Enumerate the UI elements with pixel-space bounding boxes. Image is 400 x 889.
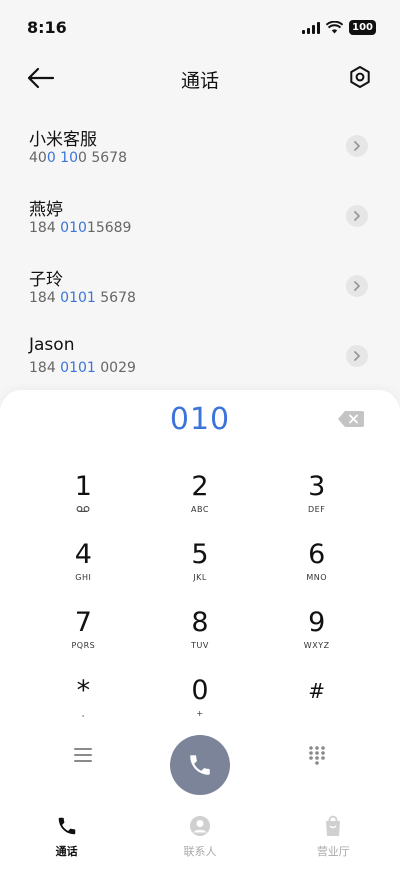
chevron-right-icon[interactable] [346, 205, 368, 227]
phone-icon [190, 755, 210, 775]
nav-label: 联系人 [183, 845, 217, 858]
dialpad-toggle-icon[interactable] [308, 745, 326, 765]
phone-icon [55, 814, 79, 838]
contact-name: 燕婷 [29, 200, 63, 220]
dial-key-4[interactable]: 4 GHI [25, 540, 142, 608]
backspace-icon[interactable] [338, 411, 364, 427]
dial-key-8[interactable]: 8 TUV [142, 608, 259, 676]
contact-result-item[interactable]: 子玲 184 0101 5678 [0, 252, 400, 322]
dialer-actions [0, 735, 400, 799]
dialer-panel: 010 1 2 ABC 3 DEF 4 GHI 5 JKL 6 MNO 7 PQ… [0, 390, 400, 889]
nav-label: 营业厅 [316, 845, 350, 858]
status-bar: 8:16 100 [0, 0, 400, 56]
dial-key-star[interactable]: * , [25, 676, 142, 744]
dial-key-5[interactable]: 5 JKL [142, 540, 259, 608]
wifi-icon [326, 21, 344, 34]
contact-name: 子玲 [29, 270, 63, 290]
status-icons: 100 [302, 20, 376, 35]
nav-tab-contacts[interactable]: 联系人 [133, 810, 266, 870]
battery-indicator: 100 [349, 20, 376, 35]
nav-tab-service-hall[interactable]: 营业厅 [267, 810, 400, 870]
dialpad: 1 2 ABC 3 DEF 4 GHI 5 JKL 6 MNO 7 PQRS 8… [25, 472, 375, 744]
contact-name: 小米客服 [29, 130, 97, 150]
contact-number: 184 0101 0029 [29, 360, 136, 376]
contact-result-item[interactable]: 燕婷 184 01015689 [0, 182, 400, 252]
contact-icon [188, 814, 212, 838]
chevron-right-icon[interactable] [346, 275, 368, 297]
nav-label: 通话 [55, 845, 78, 858]
settings-gear-icon[interactable] [348, 65, 372, 89]
dial-key-1[interactable]: 1 [25, 472, 142, 540]
menu-icon[interactable] [74, 747, 92, 763]
dial-key-3[interactable]: 3 DEF [258, 472, 375, 540]
contact-number: 184 01015689 [29, 220, 132, 236]
contact-number: 184 0101 5678 [29, 290, 136, 306]
shopping-bag-icon [321, 814, 345, 838]
voicemail-icon [76, 505, 90, 515]
chevron-right-icon[interactable] [346, 345, 368, 367]
page-title: 通话 [180, 70, 219, 92]
contact-result-item[interactable]: 小米客服 400 100 5678 [0, 112, 400, 182]
contact-name: Jason [29, 335, 75, 355]
dial-key-0[interactable]: 0 + [142, 676, 259, 744]
dial-key-2[interactable]: 2 ABC [142, 472, 259, 540]
contact-number: 400 100 5678 [29, 150, 127, 166]
signal-icon [302, 21, 321, 34]
bottom-nav: 通话 联系人 营业厅 [0, 810, 400, 870]
dial-key-9[interactable]: 9 WXYZ [258, 608, 375, 676]
chevron-right-icon[interactable] [346, 135, 368, 157]
status-time: 8:16 [27, 18, 67, 37]
header: 通话 [0, 56, 400, 102]
dial-key-7[interactable]: 7 PQRS [25, 608, 142, 676]
dial-key-hash[interactable]: # [258, 676, 375, 744]
nav-tab-calls[interactable]: 通话 [0, 810, 133, 870]
contact-result-item[interactable]: Jason 184 0101 0029 [0, 322, 400, 392]
call-button[interactable] [170, 735, 230, 795]
dial-key-6[interactable]: 6 MNO [258, 540, 375, 608]
contact-results-list: 小米客服 400 100 5678 燕婷 184 01015689 子玲 184… [0, 112, 400, 392]
